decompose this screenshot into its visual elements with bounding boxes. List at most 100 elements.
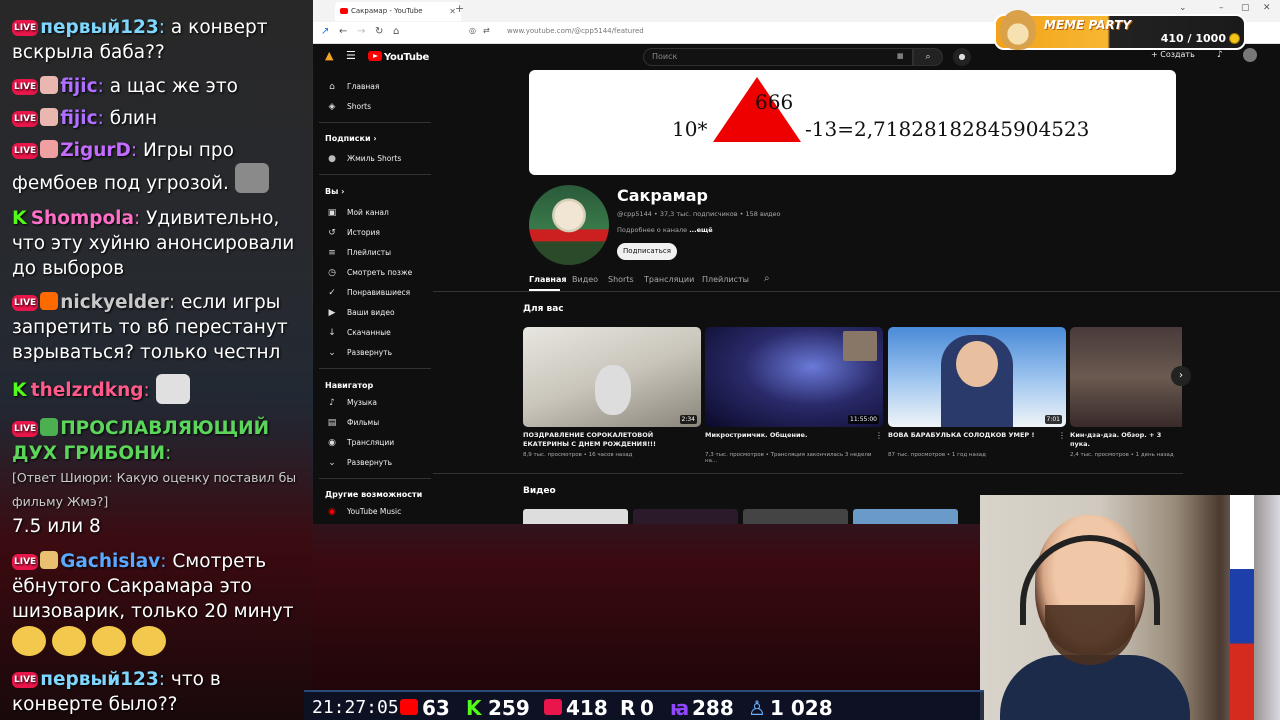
live-icon bbox=[544, 699, 562, 715]
r-icon: R bbox=[620, 696, 636, 720]
live-badge-icon: LIVE bbox=[12, 111, 39, 127]
channel-meta: @cpp5144 • 37,3 тыс. подписчиков • 158 в… bbox=[617, 210, 781, 218]
subscribe-button[interactable]: Подписаться bbox=[617, 243, 677, 260]
chat-nick: thelzrdkng bbox=[30, 380, 144, 401]
video-meta: 2,4 тыс. просмотров • 1 день назад bbox=[1070, 452, 1174, 458]
chat-nick: Shompola bbox=[30, 208, 134, 229]
video-title[interactable]: Микростримчик. Общение. bbox=[705, 431, 875, 440]
live-badge-icon: LIVE bbox=[12, 79, 39, 95]
section-for-you: Для вас bbox=[523, 304, 564, 314]
doge-icon bbox=[1000, 10, 1036, 50]
video-thumbnail[interactable] bbox=[743, 509, 848, 524]
live-badge-icon: LIVE bbox=[12, 554, 39, 570]
chat-nick: Gachislav bbox=[60, 551, 161, 572]
chat-nick: nickyelder bbox=[60, 292, 169, 313]
more-options-icon[interactable]: ⋮ bbox=[875, 431, 883, 440]
video-meta: 87 тыс. просмотров • 1 год назад bbox=[888, 452, 986, 458]
video-duration: 11:55:00 bbox=[848, 415, 879, 424]
chat-text: 7.5 или 8 bbox=[12, 516, 101, 537]
frog-emote-icon bbox=[40, 418, 59, 436]
banner-number: 10* bbox=[672, 117, 708, 141]
video-thumbnail[interactable] bbox=[633, 509, 738, 524]
laugh-emote-icon bbox=[12, 626, 46, 656]
fire-emote-icon bbox=[40, 292, 59, 310]
channel-banner: 666 10* -13=2,71828182845904523 bbox=[529, 70, 1176, 175]
flag-icon bbox=[1230, 495, 1254, 720]
tab-divider bbox=[433, 291, 1280, 292]
tab-videos[interactable]: Видео bbox=[572, 275, 598, 284]
chat-text: а щас же это bbox=[109, 76, 238, 97]
video-thumbnail[interactable]: 7:01 bbox=[888, 327, 1066, 427]
chevron-right-icon[interactable]: › bbox=[1171, 366, 1191, 386]
chat-message: [Ответ Шиюри: Какую оценку поставил бы ф… bbox=[12, 466, 308, 539]
live-viewers: 418 bbox=[566, 696, 608, 720]
live-badge-icon: LIVE bbox=[12, 143, 39, 159]
video-title[interactable]: ПОЗДРАВЛЕНИЕ СОРОКАЛЕТОВОЙ ЕКАТЕРИНЫ С Д… bbox=[523, 431, 693, 449]
meme-party-widget: MEME PARTY 410 / 1000 bbox=[994, 10, 1246, 50]
live-badge-icon: LIVE bbox=[12, 295, 39, 311]
search-icon[interactable]: ⌕ bbox=[764, 273, 770, 284]
live-badge-icon: LIVE bbox=[12, 20, 39, 36]
tab-live[interactable]: Трансляции bbox=[644, 275, 694, 284]
video-thumbnail[interactable]: 11:55:00 bbox=[705, 327, 883, 427]
total-viewers: 1 028 bbox=[770, 696, 833, 720]
video-thumbnail[interactable] bbox=[523, 509, 628, 524]
kick-badge-icon: K bbox=[12, 379, 27, 401]
chat-message: LIVE первый123: что в конверте было?? bbox=[12, 669, 221, 715]
more-options-icon[interactable]: ⋮ bbox=[1058, 431, 1066, 440]
laugh-emote-icon bbox=[91, 626, 126, 656]
video-duration: 7:01 bbox=[1044, 415, 1062, 424]
cat-emote-icon bbox=[40, 76, 59, 94]
channel-about[interactable]: Подробнее о канале ...ещё bbox=[617, 226, 713, 234]
tab-home[interactable]: Главная bbox=[529, 275, 566, 284]
anime-emote-icon bbox=[40, 140, 59, 158]
video-duration: 2:34 bbox=[679, 415, 697, 424]
meme-title: MEME PARTY bbox=[1044, 18, 1132, 32]
browser-window: Сакрамар - YouTube ✕ + ⌄ – ▢ ✕ ↗ ← → ↻ ⌂… bbox=[313, 0, 1280, 524]
stream-clock: 21:27:05 bbox=[312, 697, 399, 718]
chat-message: LIVE fijic: блин bbox=[12, 108, 158, 129]
chat-nick: fijic bbox=[60, 108, 98, 129]
user-icon: ♙ bbox=[748, 696, 766, 720]
video-thumbnail[interactable] bbox=[1070, 327, 1182, 427]
webcam-feed bbox=[980, 495, 1280, 720]
cat-emote-icon bbox=[40, 108, 59, 126]
kick-viewers: 259 bbox=[488, 696, 530, 720]
cat-emote-icon bbox=[155, 374, 190, 404]
stream-chat: LIVE первый123: а конверт вскрыла баба?? … bbox=[0, 0, 312, 720]
video-meta: 8,9 тыс. просмотров • 16 часов назад bbox=[523, 452, 633, 458]
chat-nick: первый123 bbox=[40, 17, 159, 38]
tab-shorts[interactable]: Shorts bbox=[608, 275, 634, 284]
youtube-page: ▲ ☰ YouTube Поиск ▦ ⌕ ● + Создать ♪ ⌂ Гла… bbox=[313, 44, 1280, 524]
chat-message: Kthelzrdkng: bbox=[12, 374, 308, 404]
meme-counter: 410 / 1000 bbox=[1160, 32, 1226, 45]
live-badge-icon: LIVE bbox=[12, 672, 39, 688]
tab-playlists[interactable]: Плейлисты bbox=[702, 275, 749, 284]
laugh-emote-icon bbox=[131, 626, 166, 656]
chat-message: K Shompola: Удивительно, что эту хуйню ан… bbox=[12, 207, 295, 279]
chat-message: LIVE ПРОСЛАВЛЯЮЩИЙ ДУХ ГРИБОНИ: bbox=[12, 418, 270, 464]
twitch-viewers: 288 bbox=[692, 696, 734, 720]
video-title[interactable]: Кин-дза-дза. Обзор. + 3 пука. bbox=[1070, 431, 1182, 449]
chat-nick: ZigurD bbox=[60, 140, 131, 161]
stream-stats-bar: 21:27:05 63 K 259 418 R 0 ꙗ 288 ♙ 1 028 bbox=[304, 690, 984, 720]
video-thumbnail[interactable] bbox=[853, 509, 958, 524]
channel-content: 666 10* -13=2,71828182845904523 Сакрамар… bbox=[313, 0, 1280, 524]
video-title[interactable]: ВОВА БАРАБУЛЬКА СОЛОДКОВ УМЕР ! bbox=[888, 431, 1058, 440]
laugh-emote-icon bbox=[51, 626, 86, 656]
kick-icon: K bbox=[466, 696, 482, 720]
chat-nick: первый123 bbox=[40, 669, 159, 690]
banner-number: 666 bbox=[755, 90, 794, 114]
chat-message: LIVE Gachislav: Смотреть ёбнутого Сакрама… bbox=[12, 549, 308, 656]
kick-badge-icon: K bbox=[12, 207, 27, 229]
channel-avatar[interactable] bbox=[529, 185, 609, 265]
twitch-icon: ꙗ bbox=[670, 696, 690, 720]
channel-name: Сакрамар bbox=[617, 186, 708, 205]
r-viewers: 0 bbox=[640, 696, 654, 720]
chat-message: LIVE ZigurD: Игры про фембоев под угрозой… bbox=[12, 138, 308, 196]
section-divider bbox=[433, 473, 1183, 474]
video-thumbnail[interactable]: 2:34 bbox=[523, 327, 701, 427]
banner-expression: -13=2,71828182845904523 bbox=[805, 117, 1090, 141]
coin-icon bbox=[1229, 33, 1240, 44]
youtube-icon bbox=[400, 699, 418, 715]
